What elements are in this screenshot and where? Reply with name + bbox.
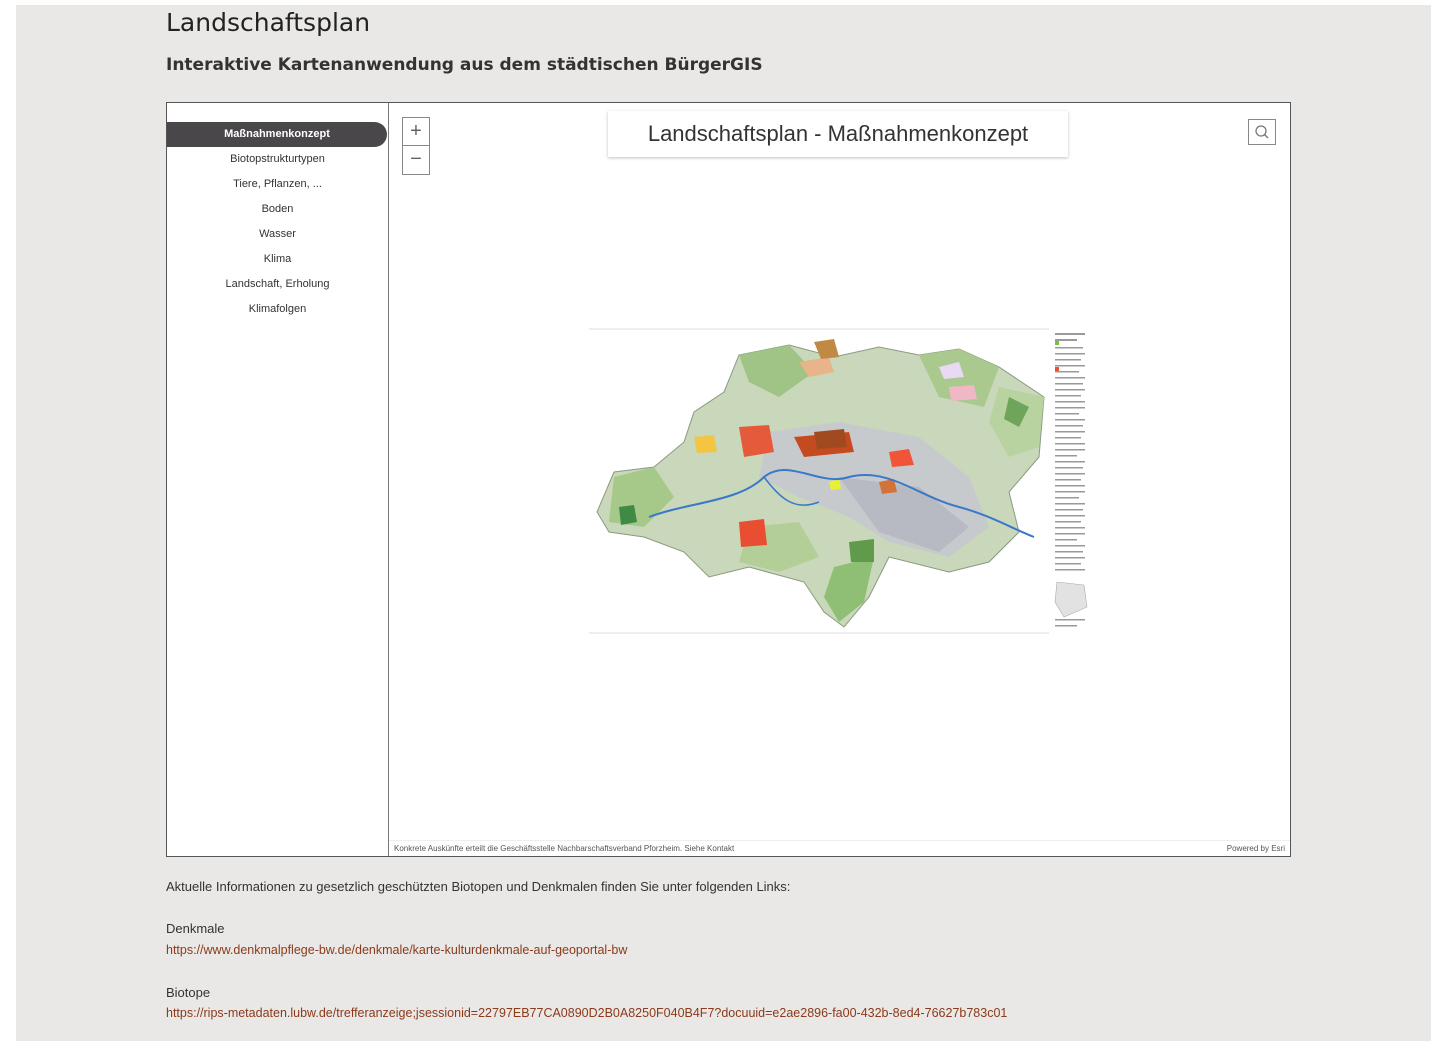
tab-tiere-pflanzen[interactable]: Tiere, Pflanzen, ... — [167, 172, 388, 197]
map-app-frame: Maßnahmenkonzept Biotopstrukturtypen Tie… — [166, 102, 1291, 857]
denkmale-link[interactable]: https://www.denkmalpflege-bw.de/denkmale… — [166, 943, 627, 957]
tab-wasser[interactable]: Wasser — [167, 222, 388, 247]
tab-klima[interactable]: Klima — [167, 247, 388, 272]
biotope-link[interactable]: https://rips-metadaten.lubw.de/trefferan… — [166, 1006, 1007, 1020]
attribution-text: Konkrete Auskünfte erteilt die Geschäfts… — [394, 844, 735, 853]
tab-list: Maßnahmenkonzept Biotopstrukturtypen Tie… — [167, 122, 388, 322]
tab-landschaft-erholung[interactable]: Landschaft, Erholung — [167, 272, 388, 297]
tab-klimafolgen[interactable]: Klimafolgen — [167, 297, 388, 322]
minus-icon: − — [410, 148, 422, 170]
tab-boden[interactable]: Boden — [167, 197, 388, 222]
map-view[interactable]: + − Landschaftsplan - Maßnahmenkonzept K… — [389, 103, 1290, 856]
powered-by-esri[interactable]: Powered by Esri — [1227, 841, 1285, 856]
plus-icon: + — [410, 120, 422, 142]
info-text: Aktuelle Informationen zu gesetzlich ges… — [166, 879, 791, 894]
page-title: Landschaftsplan — [166, 8, 371, 37]
search-icon — [1255, 125, 1269, 139]
biotope-label: Biotope — [166, 985, 211, 1000]
landscape-plan-map-image — [589, 327, 1093, 635]
search-button[interactable] — [1248, 119, 1276, 145]
zoom-control: + − — [402, 117, 430, 175]
tab-massnahmenkonzept[interactable]: Maßnahmenkonzept — [167, 122, 387, 147]
map-attribution-bar: Konkrete Auskünfte erteilt die Geschäfts… — [389, 840, 1290, 856]
map-title: Landschaftsplan - Maßnahmenkonzept — [608, 111, 1068, 157]
zoom-out-button[interactable]: − — [403, 146, 429, 174]
tab-biotopstrukturtypen[interactable]: Biotopstrukturtypen — [167, 147, 388, 172]
zoom-in-button[interactable]: + — [403, 118, 429, 146]
sidebar: Maßnahmenkonzept Biotopstrukturtypen Tie… — [167, 103, 389, 856]
denkmale-label: Denkmale — [166, 921, 225, 936]
page-subtitle: Interaktive Kartenanwendung aus dem städ… — [166, 55, 763, 75]
